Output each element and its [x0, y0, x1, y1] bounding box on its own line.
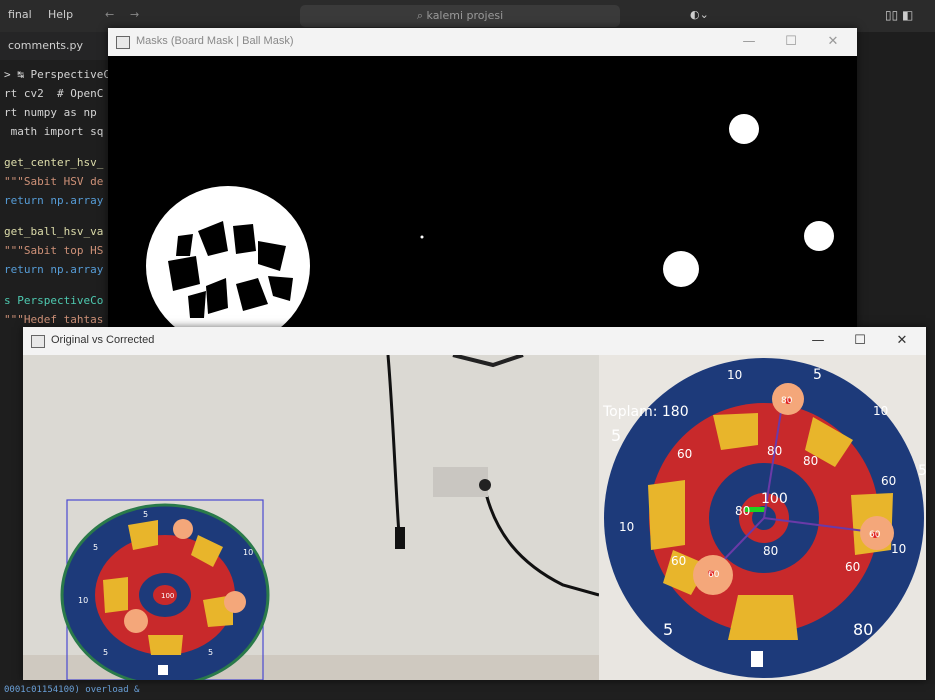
- total-score: Toplam: 180: [602, 404, 689, 420]
- board-number: 10: [727, 368, 742, 382]
- board-number: 80: [735, 504, 750, 518]
- board-number: 80: [763, 544, 778, 558]
- small-board-number: 5: [93, 543, 98, 552]
- board-number: 5: [813, 367, 822, 383]
- code-line: math import sq: [4, 125, 104, 138]
- maximize-button[interactable]: ☐: [842, 330, 878, 352]
- mask-window[interactable]: Masks (Board Mask | Ball Mask) — ☐ ✕ B: [108, 28, 857, 328]
- mask-image: B: [108, 56, 857, 328]
- board-number: 80: [803, 454, 818, 468]
- board-number: 60: [671, 554, 686, 568]
- status-bar: 0001c01154100) overload &: [0, 684, 935, 699]
- small-board-number: 100: [161, 592, 174, 600]
- small-board-number: 10: [78, 596, 88, 605]
- board-number: 10: [873, 404, 888, 418]
- minimize-button[interactable]: —: [731, 31, 767, 53]
- account-icon[interactable]: ◐⌄: [690, 8, 709, 21]
- board-number: 5: [663, 620, 673, 639]
- ball-mask: [729, 114, 759, 144]
- mask-window-title: Masks (Board Mask | Ball Mask): [136, 35, 294, 47]
- code-line: s PerspectiveCo: [4, 294, 104, 307]
- code-line: get_ball_hsv_va: [4, 225, 104, 238]
- ball-score-label: 80: [781, 396, 793, 406]
- board-number: 10: [891, 542, 906, 556]
- small-board-number: 10: [243, 548, 253, 557]
- code-line: rt cv2 # OpenC: [4, 87, 104, 100]
- board-number: 100: [761, 491, 788, 507]
- code-line: return np.array: [4, 194, 104, 207]
- search-input[interactable]: ⌕ kalemi projesi: [300, 5, 620, 27]
- code-line: return np.array: [4, 263, 104, 276]
- ball-score-label: 60: [869, 530, 881, 540]
- maximize-button[interactable]: ☐: [773, 31, 809, 53]
- ball-score-label: 60: [708, 570, 720, 580]
- code-line: """Sabit HSV de: [4, 175, 104, 188]
- editor-tab[interactable]: comments.py: [0, 32, 110, 60]
- noise-dot: [420, 235, 424, 239]
- ball-mask: [663, 251, 699, 287]
- orig-window-titlebar[interactable]: Original vs Corrected — ☐ ✕: [23, 327, 926, 355]
- ball-mask: [804, 221, 834, 251]
- menu-final[interactable]: final: [8, 8, 32, 21]
- board-number: 10: [619, 520, 634, 534]
- board-number: 5: [611, 426, 621, 445]
- small-board-number: 5: [103, 648, 108, 657]
- close-button[interactable]: ✕: [815, 31, 851, 53]
- small-board-number: 5: [143, 510, 148, 519]
- window-icon: [116, 36, 130, 49]
- board-number: 60: [677, 447, 692, 461]
- board-number: 80: [853, 620, 873, 639]
- window-icon: [31, 335, 45, 348]
- orig-window-title: Original vs Corrected: [51, 334, 155, 346]
- original-corrected-window[interactable]: Original vs Corrected — ☐ ✕ 100 5 5 10 5…: [23, 327, 926, 680]
- forward-arrow-icon[interactable]: →: [130, 8, 139, 21]
- board-number: 80: [767, 444, 782, 458]
- board-number: 5: [918, 463, 926, 479]
- layout-icons[interactable]: ▯▯ ◧: [885, 8, 913, 22]
- menu-help[interactable]: Help: [48, 8, 73, 21]
- mask-window-titlebar[interactable]: Masks (Board Mask | Ball Mask) — ☐ ✕: [108, 28, 857, 56]
- board-number: 60: [845, 560, 860, 574]
- code-line: rt numpy as np: [4, 106, 97, 119]
- back-arrow-icon[interactable]: ←: [105, 8, 114, 21]
- code-line: """Sabit top HS: [4, 244, 104, 257]
- board-number: 60: [881, 474, 896, 488]
- code-line: """Hedef tahtas: [4, 313, 104, 326]
- small-board-number: 5: [208, 648, 213, 657]
- minimize-button[interactable]: —: [800, 330, 836, 352]
- status-text: 0001c01154100) overload &: [4, 685, 140, 695]
- code-line: > ↹ PerspectiveC: [4, 68, 110, 81]
- code-line: get_center_hsv_: [4, 156, 104, 169]
- close-button[interactable]: ✕: [884, 330, 920, 352]
- camera-views: 100 5 5 10 5 5 10 10 5 10 5 60 80 80 60 …: [23, 355, 926, 680]
